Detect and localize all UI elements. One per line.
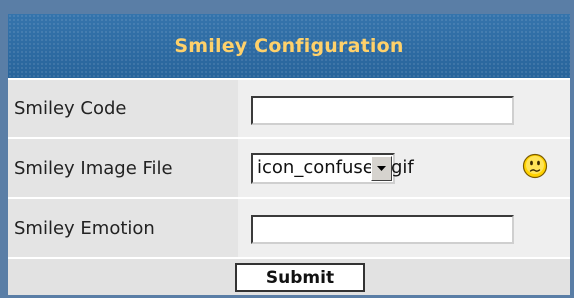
smiley-emotion-row: Smiley Emotion xyxy=(8,199,570,257)
submit-button[interactable]: Submit xyxy=(235,263,365,292)
smiley-emotion-cell xyxy=(240,199,570,257)
dropdown-arrow-button[interactable] xyxy=(371,156,392,181)
confused-smiley-icon xyxy=(522,153,548,179)
smiley-config-form: Smiley Configuration Smiley Code Smiley … xyxy=(8,14,570,295)
form-title: Smiley Configuration xyxy=(174,35,404,57)
chevron-down-icon xyxy=(377,165,386,171)
smiley-code-cell xyxy=(240,80,570,137)
smiley-code-row: Smiley Code xyxy=(8,80,570,137)
smiley-image-select[interactable]: icon_confused.gif xyxy=(251,153,414,184)
window-frame: Smiley Configuration Smiley Code Smiley … xyxy=(0,0,574,298)
smiley-emotion-input[interactable] xyxy=(251,215,514,244)
form-footer: Submit xyxy=(8,259,570,295)
smiley-image-row: Smiley Image File icon_confused.gif xyxy=(8,139,570,197)
smiley-code-label: Smiley Code xyxy=(8,80,238,137)
form-header: Smiley Configuration xyxy=(8,14,570,78)
smiley-image-label: Smiley Image File xyxy=(8,139,238,197)
smiley-code-input[interactable] xyxy=(251,96,514,125)
smiley-emotion-label: Smiley Emotion xyxy=(8,199,238,257)
smiley-image-cell: icon_confused.gif xyxy=(240,139,570,197)
